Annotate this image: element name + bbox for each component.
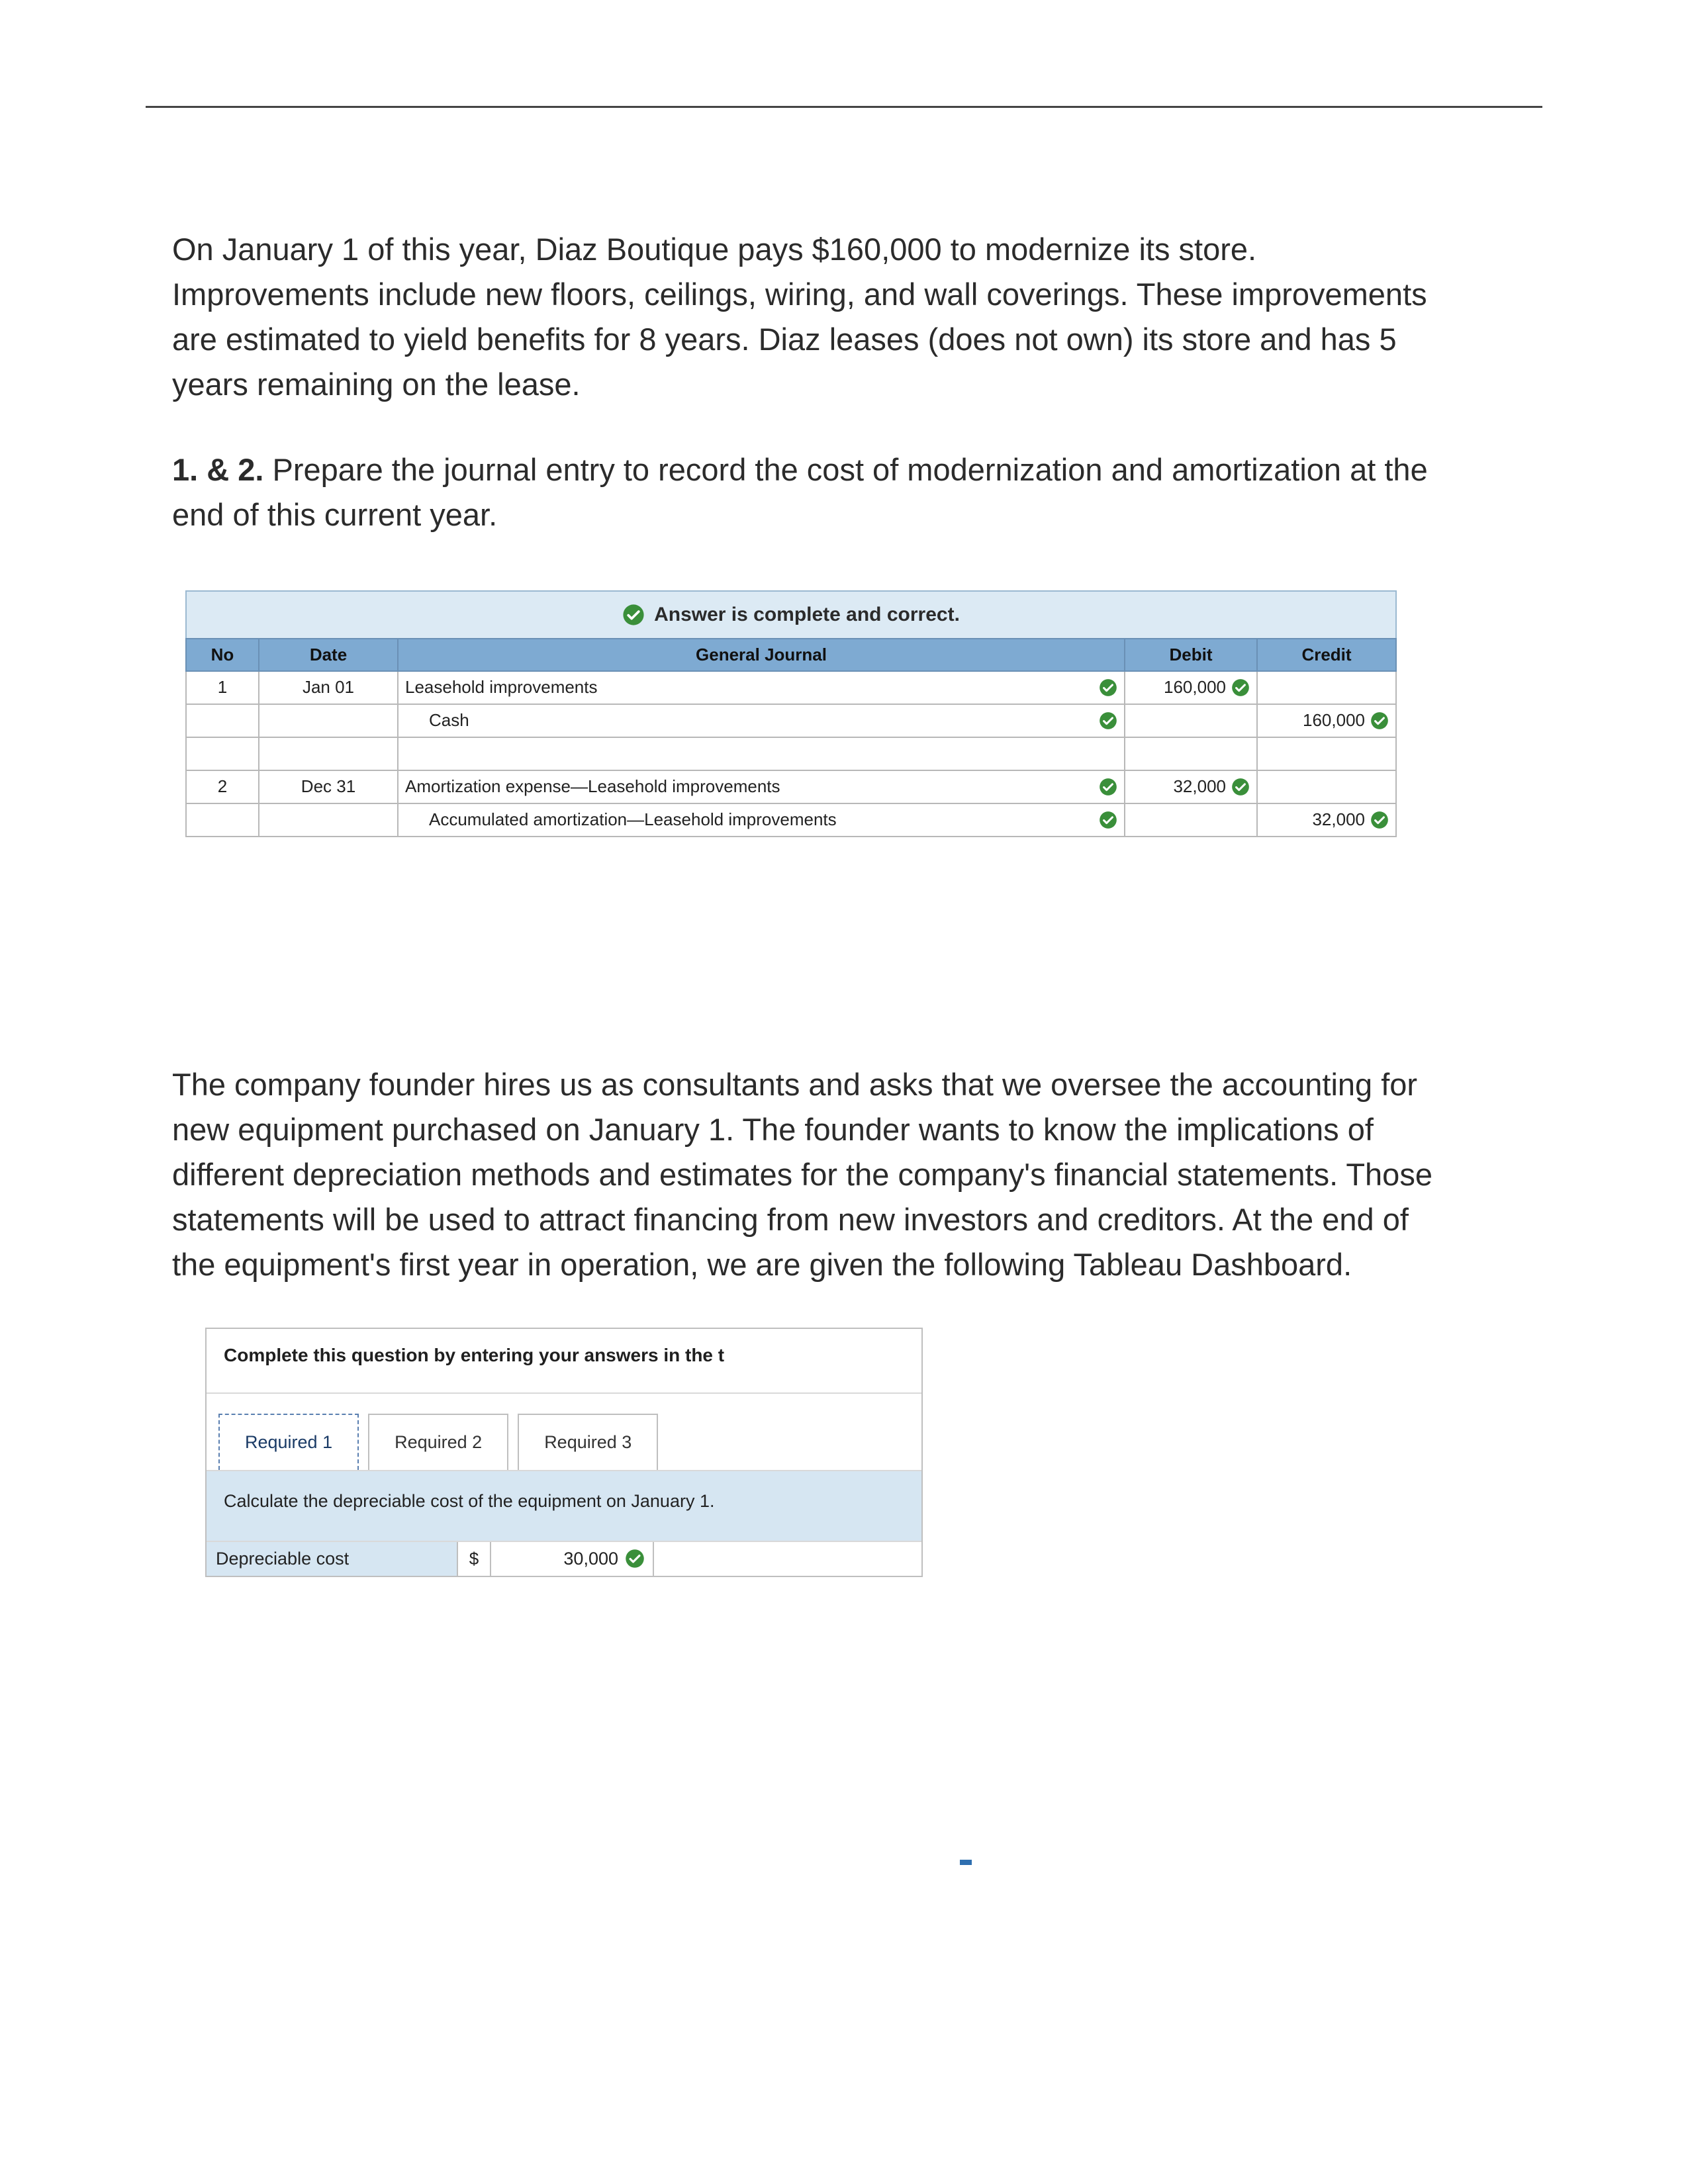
cell-no	[186, 803, 259, 837]
account-text: Accumulated amortization—Leasehold impro…	[405, 809, 1092, 830]
col-header-date: Date	[259, 639, 398, 671]
table-row: Accumulated amortization—Leasehold impro…	[186, 803, 1396, 837]
table-row: 2Dec 31 Amortization expense—Leasehold im…	[186, 770, 1396, 803]
cell-date: Jan 01	[259, 671, 398, 704]
cell-account[interactable]: Amortization expense—Leasehold improveme…	[398, 770, 1125, 803]
account-text: Amortization expense—Leasehold improveme…	[405, 776, 1092, 797]
cell-date	[259, 803, 398, 837]
cell-no	[186, 704, 259, 737]
account-text: Cash	[405, 710, 1092, 731]
cell-credit[interactable]: 160,000	[1257, 704, 1396, 737]
depreciable-cost-label: Depreciable cost	[207, 1542, 458, 1576]
cell-debit	[1125, 704, 1257, 737]
table-row	[186, 737, 1396, 770]
check-circle-icon	[1231, 778, 1250, 796]
debit-amount: 32,000	[1173, 776, 1226, 797]
depreciable-cost-value-cell[interactable]: 30,000	[491, 1542, 654, 1576]
table-row: 1Jan 01 Leasehold improvements 160,000	[186, 671, 1396, 704]
tabs-row: Required 1 Required 2 Required 3	[207, 1394, 921, 1471]
cell-account	[398, 737, 1125, 770]
check-circle-icon	[1370, 811, 1389, 829]
empty-space	[654, 1542, 921, 1576]
cell-debit[interactable]: 32,000	[1125, 770, 1257, 803]
cell-no: 1	[186, 671, 259, 704]
check-circle-icon	[625, 1549, 645, 1569]
check-circle-icon	[1099, 811, 1117, 829]
cell-credit	[1257, 671, 1396, 704]
horizontal-rule	[146, 106, 1542, 108]
cell-debit[interactable]: 160,000	[1125, 671, 1257, 704]
task-text: Prepare the journal entry to record the …	[172, 452, 1428, 532]
cell-debit	[1125, 737, 1257, 770]
decorative-mark	[960, 1860, 972, 1865]
cell-account[interactable]: Accumulated amortization—Leasehold impro…	[398, 803, 1125, 837]
question2-subinstruction: Calculate the depreciable cost of the eq…	[207, 1471, 921, 1542]
problem2-paragraph: The company founder hires us as consulta…	[172, 1062, 1450, 1288]
cell-account[interactable]: Cash	[398, 704, 1125, 737]
question2-panel: Complete this question by entering your …	[205, 1328, 923, 1577]
table-row: Cash 160,000	[186, 704, 1396, 737]
task-prefix: 1. & 2.	[172, 452, 273, 487]
answer-status-bar: Answer is complete and correct.	[185, 590, 1397, 638]
cell-date	[259, 704, 398, 737]
cell-debit	[1125, 803, 1257, 837]
cell-credit	[1257, 737, 1396, 770]
col-header-credit: Credit	[1257, 639, 1396, 671]
col-header-debit: Debit	[1125, 639, 1257, 671]
question2-instruction-header: Complete this question by entering your …	[207, 1329, 921, 1394]
cell-account[interactable]: Leasehold improvements	[398, 671, 1125, 704]
tab-required-2[interactable]: Required 2	[368, 1414, 508, 1470]
cell-date: Dec 31	[259, 770, 398, 803]
check-circle-icon	[622, 604, 645, 626]
journal-header-row: No Date General Journal Debit Credit	[186, 639, 1396, 671]
answer-status-text: Answer is complete and correct.	[654, 604, 960, 626]
journal-table: No Date General Journal Debit Credit 1Ja…	[185, 638, 1397, 837]
question2-answer-row: Depreciable cost $ 30,000	[207, 1542, 921, 1576]
check-circle-icon	[1231, 678, 1250, 697]
check-circle-icon	[1099, 778, 1117, 796]
cell-no: 2	[186, 770, 259, 803]
journal-answer-block: Answer is complete and correct. No Date …	[185, 590, 1397, 837]
check-circle-icon	[1099, 678, 1117, 697]
check-circle-icon	[1099, 711, 1117, 730]
cell-no	[186, 737, 259, 770]
check-circle-icon	[1370, 711, 1389, 730]
cell-credit[interactable]: 32,000	[1257, 803, 1396, 837]
tab-required-1[interactable]: Required 1	[218, 1414, 359, 1470]
currency-symbol: $	[458, 1542, 491, 1576]
credit-amount: 32,000	[1312, 809, 1365, 830]
cell-credit	[1257, 770, 1396, 803]
problem1-task: 1. & 2. Prepare the journal entry to rec…	[172, 447, 1450, 537]
col-header-general-journal: General Journal	[398, 639, 1125, 671]
tab-required-3[interactable]: Required 3	[518, 1414, 658, 1470]
journal-body: 1Jan 01Leasehold improvements160,000Cash…	[186, 671, 1396, 837]
account-text: Leasehold improvements	[405, 677, 1092, 698]
credit-amount: 160,000	[1303, 710, 1365, 731]
cell-date	[259, 737, 398, 770]
debit-amount: 160,000	[1164, 677, 1226, 698]
col-header-no: No	[186, 639, 259, 671]
depreciable-cost-value: 30,000	[563, 1549, 618, 1569]
problem1-paragraph: On January 1 of this year, Diaz Boutique…	[172, 227, 1450, 408]
